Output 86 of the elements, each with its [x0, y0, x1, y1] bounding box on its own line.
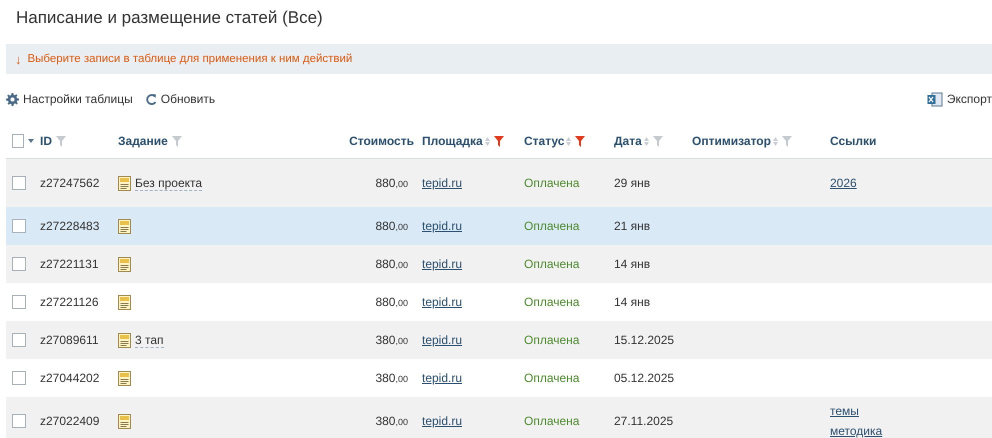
date-cell: 05.12.2025	[614, 371, 674, 385]
dropdown-caret-icon[interactable]	[28, 139, 34, 143]
table-row[interactable]: z27044202 380,00 tepid.ru Оплачена 05.12.2025	[6, 359, 992, 397]
price-cell: 880,00	[375, 295, 408, 309]
row-checkbox[interactable]	[12, 176, 26, 190]
row-checkbox[interactable]	[12, 295, 26, 309]
task-link[interactable]: Без проекта	[135, 176, 202, 190]
column-header[interactable]: Стоимость	[349, 134, 414, 148]
id-cell: z27044202	[40, 371, 100, 385]
id-cell: z27228483	[40, 219, 100, 233]
row-checkbox[interactable]	[12, 257, 26, 271]
row-checkbox[interactable]	[12, 219, 26, 233]
document-icon	[118, 370, 131, 386]
down-arrow-icon: ↓	[15, 52, 22, 66]
price-cell: 880,00	[375, 176, 408, 190]
row-checkbox[interactable]	[12, 371, 26, 385]
site-link[interactable]: tepid.ru	[422, 176, 462, 190]
article-link[interactable]: 2026	[830, 176, 857, 190]
row-checkbox[interactable]	[12, 414, 26, 428]
date-cell: 29 янв	[614, 176, 650, 190]
date-cell: 15.12.2025	[614, 333, 674, 347]
status-cell: Оплачена	[524, 295, 580, 309]
id-cell: z27022409	[40, 414, 100, 428]
sort-icon[interactable]	[644, 136, 649, 146]
notice-text: Выберите записи в таблице для применения к ним действий	[28, 53, 352, 65]
id-cell: z27089611	[40, 333, 98, 347]
sort-icon[interactable]	[566, 136, 572, 146]
price-cell: 880,00	[375, 219, 408, 233]
document-icon	[118, 332, 131, 348]
document-icon	[118, 218, 131, 234]
status-cell: Оплачена	[524, 219, 580, 233]
column-header[interactable]: ID	[40, 134, 66, 148]
id-cell: z27221131	[40, 257, 98, 271]
table-row[interactable]: z27089611 3 тап 380,00 tepid.ru Оплачена 15.12.2025	[6, 321, 992, 359]
price-cell: 380,00	[375, 333, 408, 347]
site-link[interactable]: tepid.ru	[422, 333, 462, 347]
column-header[interactable]: Оптимизатор	[692, 134, 792, 148]
column-header[interactable]: Площадка	[422, 134, 504, 148]
site-link[interactable]: tepid.ru	[422, 414, 462, 428]
table-row[interactable]: z27247562 Без проекта 880,00 tepid.ru Оплачена 29 янв 2026	[6, 159, 992, 207]
price-cell: 380,00	[375, 414, 408, 428]
status-cell: Оплачена	[524, 414, 580, 428]
status-cell: Оплачена	[524, 176, 580, 190]
page-title: Написание и размещение статей (Все)	[15, 7, 324, 29]
table-row[interactable]: z27221126 880,00 tepid.ru Оплачена 14 янв	[6, 283, 992, 321]
status-cell: Оплачена	[524, 371, 580, 385]
table-settings-button[interactable]: Настройки таблицы	[6, 92, 133, 106]
price-cell: 380,00	[375, 371, 408, 385]
date-cell: 27.11.2025	[614, 414, 674, 428]
spreadsheet-icon	[926, 92, 943, 106]
sort-icon[interactable]	[772, 136, 778, 146]
document-icon	[118, 176, 131, 190]
id-cell: z27247562	[40, 176, 100, 190]
id-cell: z27221126	[40, 295, 98, 309]
date-cell: 14 янв	[614, 257, 650, 271]
site-link[interactable]: tepid.ru	[422, 371, 462, 385]
column-header[interactable]: Дата	[614, 134, 663, 148]
article-link[interactable]: методика	[830, 424, 882, 438]
column-header[interactable]: Задание	[118, 134, 182, 148]
status-cell: Оплачена	[524, 333, 580, 347]
document-icon	[118, 414, 131, 428]
article-link[interactable]: темы	[830, 404, 859, 418]
filter-icon[interactable]	[494, 136, 504, 146]
refresh-icon	[144, 92, 157, 106]
export-button[interactable]: Экспорт	[926, 92, 992, 106]
date-cell: 21 янв	[614, 219, 650, 233]
document-icon	[118, 294, 131, 310]
column-header[interactable]: Ссылки	[830, 134, 876, 148]
table-row[interactable]: z27228483 880,00 tepid.ru Оплачена 21 янв	[6, 207, 992, 245]
filter-icon[interactable]	[575, 136, 586, 146]
task-link[interactable]: 3 тап	[135, 332, 164, 348]
sort-icon[interactable]	[484, 136, 490, 146]
select-all-checkbox[interactable]	[12, 134, 24, 148]
column-header[interactable]: Статус	[524, 134, 586, 148]
status-cell: Оплачена	[524, 257, 580, 271]
document-icon	[118, 256, 131, 272]
site-link[interactable]: tepid.ru	[422, 257, 462, 271]
refresh-button[interactable]: Обновить	[144, 92, 216, 106]
table-row[interactable]: z27221131 880,00 tepid.ru Оплачена 14 янв	[6, 245, 992, 283]
site-link[interactable]: tepid.ru	[422, 219, 462, 233]
price-cell: 880,00	[375, 257, 408, 271]
table-row[interactable]: z27022409 380,00 tepid.ru Оплачена 27.11.2025 темы методика	[6, 397, 992, 438]
date-cell: 14 янв	[614, 295, 650, 309]
site-link[interactable]: tepid.ru	[422, 295, 462, 309]
row-checkbox[interactable]	[12, 333, 26, 347]
gear-icon	[6, 92, 19, 106]
